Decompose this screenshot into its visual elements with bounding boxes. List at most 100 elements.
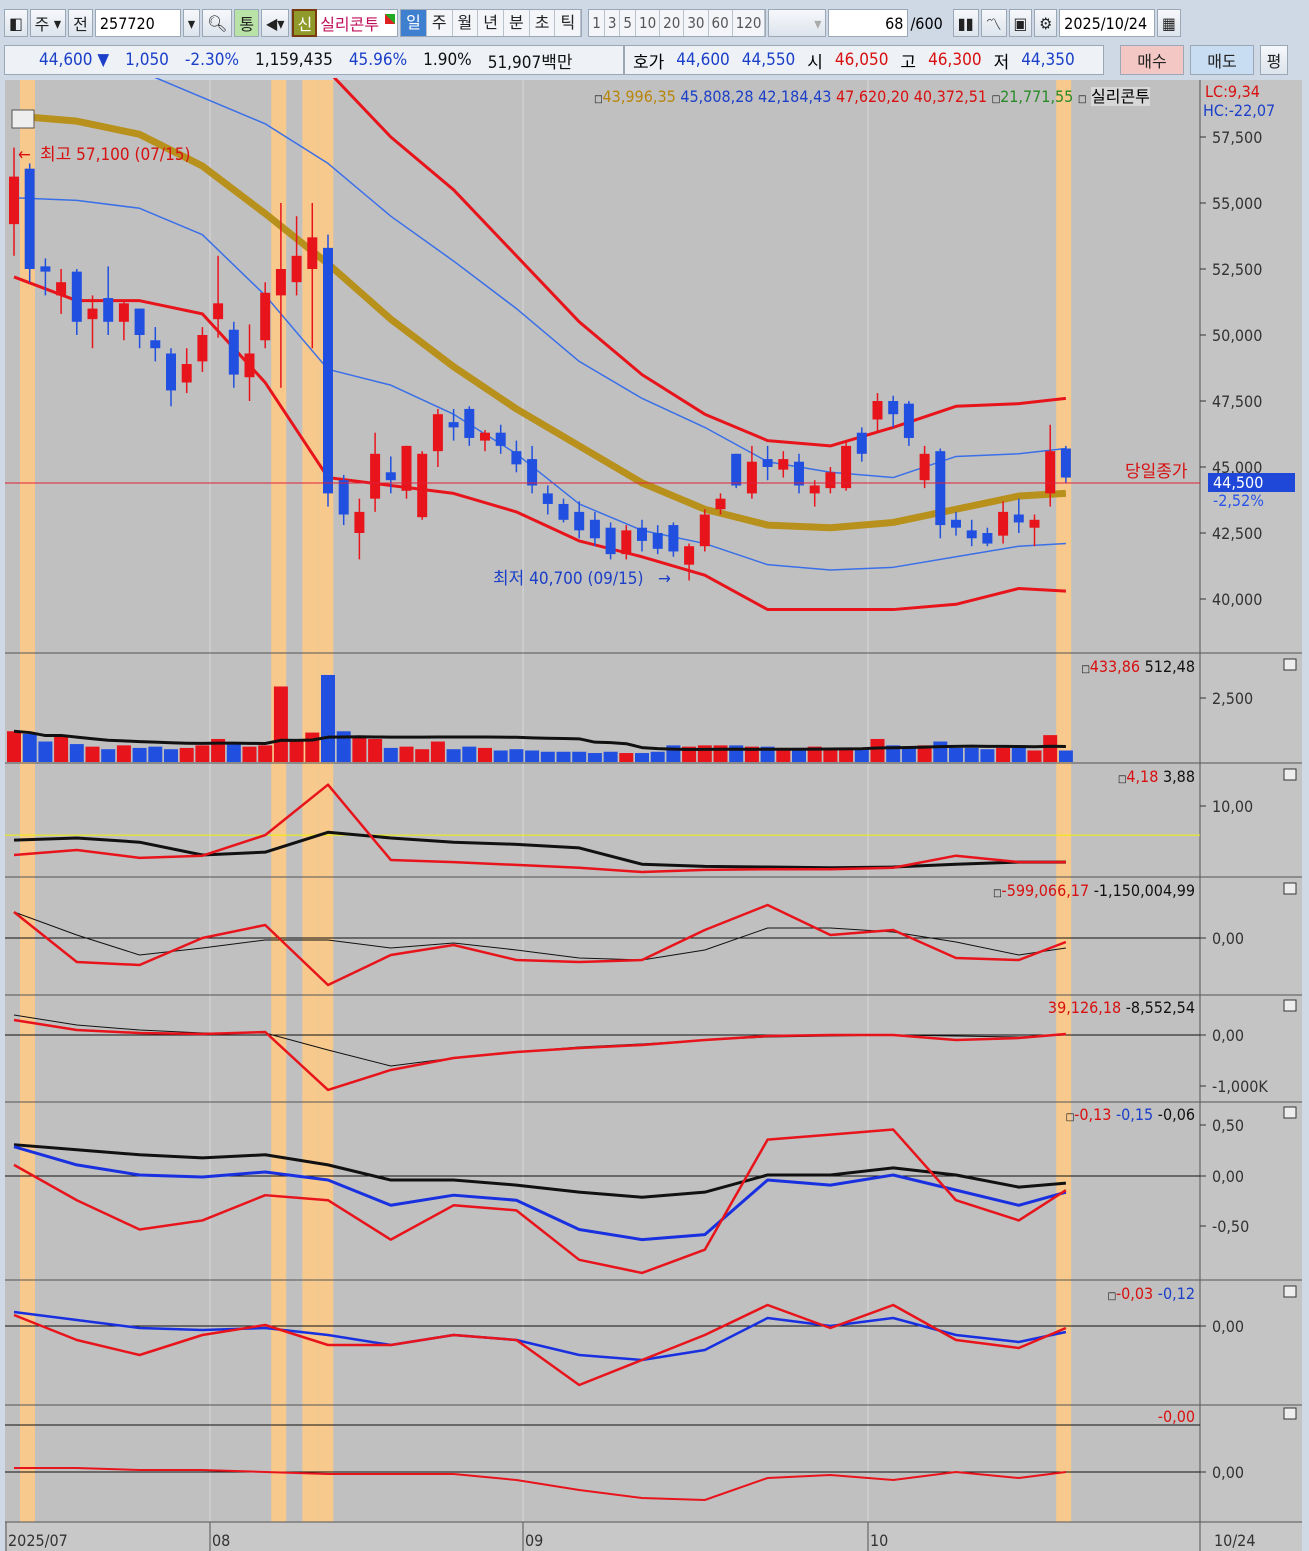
- volume-bar: [509, 749, 524, 762]
- candle-body: [527, 459, 538, 486]
- date-label: 08: [212, 1531, 230, 1550]
- candle-body: [181, 364, 192, 383]
- p3-axis-label: 10,00: [1212, 797, 1253, 816]
- date-label: 09: [525, 1531, 543, 1550]
- candle-body: [9, 176, 19, 225]
- date-axis: [5, 1522, 1302, 1551]
- high-label: 고: [900, 52, 917, 73]
- minute-10[interactable]: 10: [636, 10, 661, 36]
- tab-tick[interactable]: 틱: [555, 10, 582, 36]
- tab-week[interactable]: 주: [427, 10, 453, 36]
- panel-close-icon[interactable]: [1283, 1407, 1297, 1420]
- minute-120[interactable]: 120: [733, 10, 766, 36]
- candle-body: [746, 461, 757, 494]
- highlight-band: [302, 80, 319, 1522]
- candle-add-icon[interactable]: ▮▮: [952, 9, 979, 37]
- last-price: 44,500: [1213, 473, 1263, 492]
- volume-bar: [587, 753, 602, 762]
- panel-close-icon[interactable]: [1283, 999, 1297, 1012]
- stock-code-input[interactable]: 257720: [94, 9, 181, 37]
- volume: 1,159,435: [255, 50, 333, 70]
- volume-bar: [556, 751, 571, 762]
- stock-name-box[interactable]: 신 실리콘투: [291, 9, 399, 37]
- code-dropdown-icon[interactable]: ▾: [182, 9, 201, 37]
- close-label: 당일종가: [1125, 462, 1188, 482]
- tab-second[interactable]: 초: [530, 10, 556, 36]
- candle-body: [150, 340, 161, 349]
- panel-close-icon[interactable]: [1283, 1285, 1297, 1298]
- panel-close-icon[interactable]: [1283, 1106, 1297, 1119]
- candle-body: [480, 432, 490, 441]
- p5-axis-label: -1,000K: [1212, 1077, 1268, 1096]
- minute-30[interactable]: 30: [684, 10, 709, 36]
- candle-body: [260, 292, 271, 341]
- volume-bar: [258, 745, 273, 762]
- grid-table-icon[interactable]: [11, 109, 35, 129]
- volume-bar: [1043, 735, 1058, 762]
- price-axis-label: 40,000: [1212, 590, 1262, 609]
- buy-button[interactable]: 매수: [1120, 45, 1184, 75]
- candle-body: [103, 298, 114, 322]
- flat-button[interactable]: 평: [1260, 45, 1288, 75]
- date-input[interactable]: 2025/10/24: [1059, 9, 1156, 37]
- volume-bar: [179, 747, 194, 762]
- minute-20[interactable]: 20: [660, 10, 685, 36]
- sell-button[interactable]: 매도: [1190, 45, 1254, 75]
- volume-bar: [383, 747, 398, 762]
- candle-body: [605, 527, 616, 555]
- count-input[interactable]: 68: [828, 9, 909, 37]
- candle-body: [87, 308, 98, 320]
- panel-close-icon[interactable]: [1283, 658, 1297, 671]
- indicator-value: 21,771,55: [1000, 87, 1074, 106]
- volume-ratio: 45.96%: [348, 50, 408, 70]
- volume-bar: [368, 738, 383, 762]
- candle-body: [118, 303, 129, 322]
- volume-bar: [1027, 750, 1042, 762]
- search-icon[interactable]: 🔍︎: [202, 9, 233, 37]
- high-annotation: 최고 57,100 (07/15): [40, 145, 191, 165]
- open-price: 46,050: [834, 50, 889, 70]
- current-date-label: 10/24: [1214, 1531, 1255, 1550]
- chart-area[interactable]: 57,50055,00052,50050,00047,50045,00042,5…: [0, 78, 1309, 1551]
- volume-bar: [949, 747, 963, 762]
- hc-value: HC:-22,07: [1203, 101, 1275, 120]
- calendar-icon[interactable]: ▦: [1157, 9, 1181, 37]
- volume-bar: [870, 738, 885, 762]
- minute-5[interactable]: 5: [620, 10, 636, 36]
- save-icon[interactable]: ▣: [1008, 9, 1033, 37]
- volume-bar: [116, 745, 131, 762]
- envelope-upper-value: 47,620,20: [835, 87, 910, 106]
- highlight-band: [1056, 80, 1072, 1522]
- tab-minute[interactable]: 분: [504, 10, 530, 36]
- volume-bar: [273, 686, 288, 762]
- candle-body: [951, 519, 961, 528]
- tab-year[interactable]: 년: [478, 10, 505, 36]
- indicator-add-icon[interactable]: 〽: [980, 9, 1007, 37]
- flag-icon: [385, 14, 396, 24]
- tab-day[interactable]: 일: [401, 10, 427, 36]
- tong-button[interactable]: 통: [234, 9, 260, 37]
- minute-1[interactable]: 1: [589, 10, 605, 36]
- candle-body: [542, 493, 553, 504]
- gear-icon[interactable]: ⚙: [1034, 9, 1058, 37]
- tab-month[interactable]: 월: [453, 10, 479, 36]
- high-arrow-icon: ←: [18, 145, 31, 165]
- minute-3[interactable]: 3: [605, 10, 621, 36]
- panel-close-icon[interactable]: [1283, 882, 1297, 895]
- panel-toggle-icon[interactable]: ◧: [4, 9, 28, 37]
- sound-icon[interactable]: ◀︎▾: [261, 9, 290, 37]
- low-arrow-icon: →: [658, 569, 671, 589]
- minute-60[interactable]: 60: [709, 10, 733, 36]
- candle-body: [370, 453, 381, 499]
- candle-body: [558, 503, 569, 520]
- candle-body: [432, 414, 443, 452]
- panel-close-icon[interactable]: [1283, 768, 1297, 781]
- candle-body: [197, 335, 208, 362]
- market-select[interactable]: 주 ▾: [29, 9, 67, 37]
- volume-bar: [132, 747, 147, 762]
- interval-dropdown[interactable]: ▾: [768, 9, 827, 37]
- candle-body: [495, 432, 506, 446]
- volume-bar: [478, 747, 492, 762]
- volume-bar: [462, 746, 477, 762]
- prev-button[interactable]: 전: [68, 9, 93, 37]
